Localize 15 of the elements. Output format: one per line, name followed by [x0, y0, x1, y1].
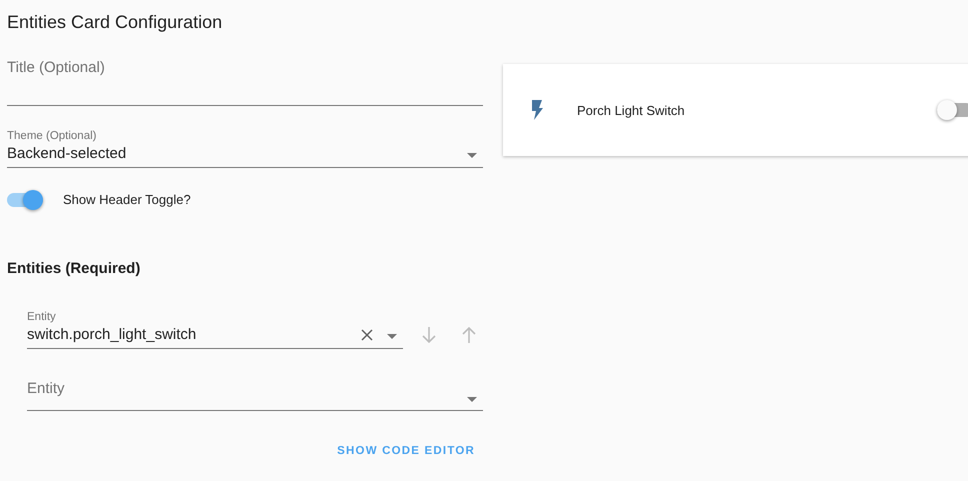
entity-dropdown[interactable]: Entity [27, 371, 483, 411]
page-title: Entities Card Configuration [7, 12, 224, 34]
lightning-icon [531, 100, 543, 120]
toggle-switch[interactable] [7, 192, 43, 206]
clear-icon[interactable] [359, 327, 375, 343]
dropdown-caret-icon[interactable] [467, 397, 477, 402]
theme-dropdown[interactable]: Theme (Optional) Backend-selected [7, 106, 483, 168]
entity-name: Porch Light Switch [577, 102, 686, 118]
dropdown-caret-icon[interactable] [467, 153, 477, 158]
toggle-switch[interactable] [937, 103, 968, 117]
title-field[interactable]: Title (Optional) [7, 34, 483, 106]
section-heading: Entities (Required) [7, 260, 142, 277]
dropdown-caret-icon[interactable] [387, 334, 397, 339]
entity-dropdown[interactable]: Entity switch.porch_light_switch [27, 293, 403, 349]
toggle-label: Show Header Toggle? [63, 192, 191, 207]
